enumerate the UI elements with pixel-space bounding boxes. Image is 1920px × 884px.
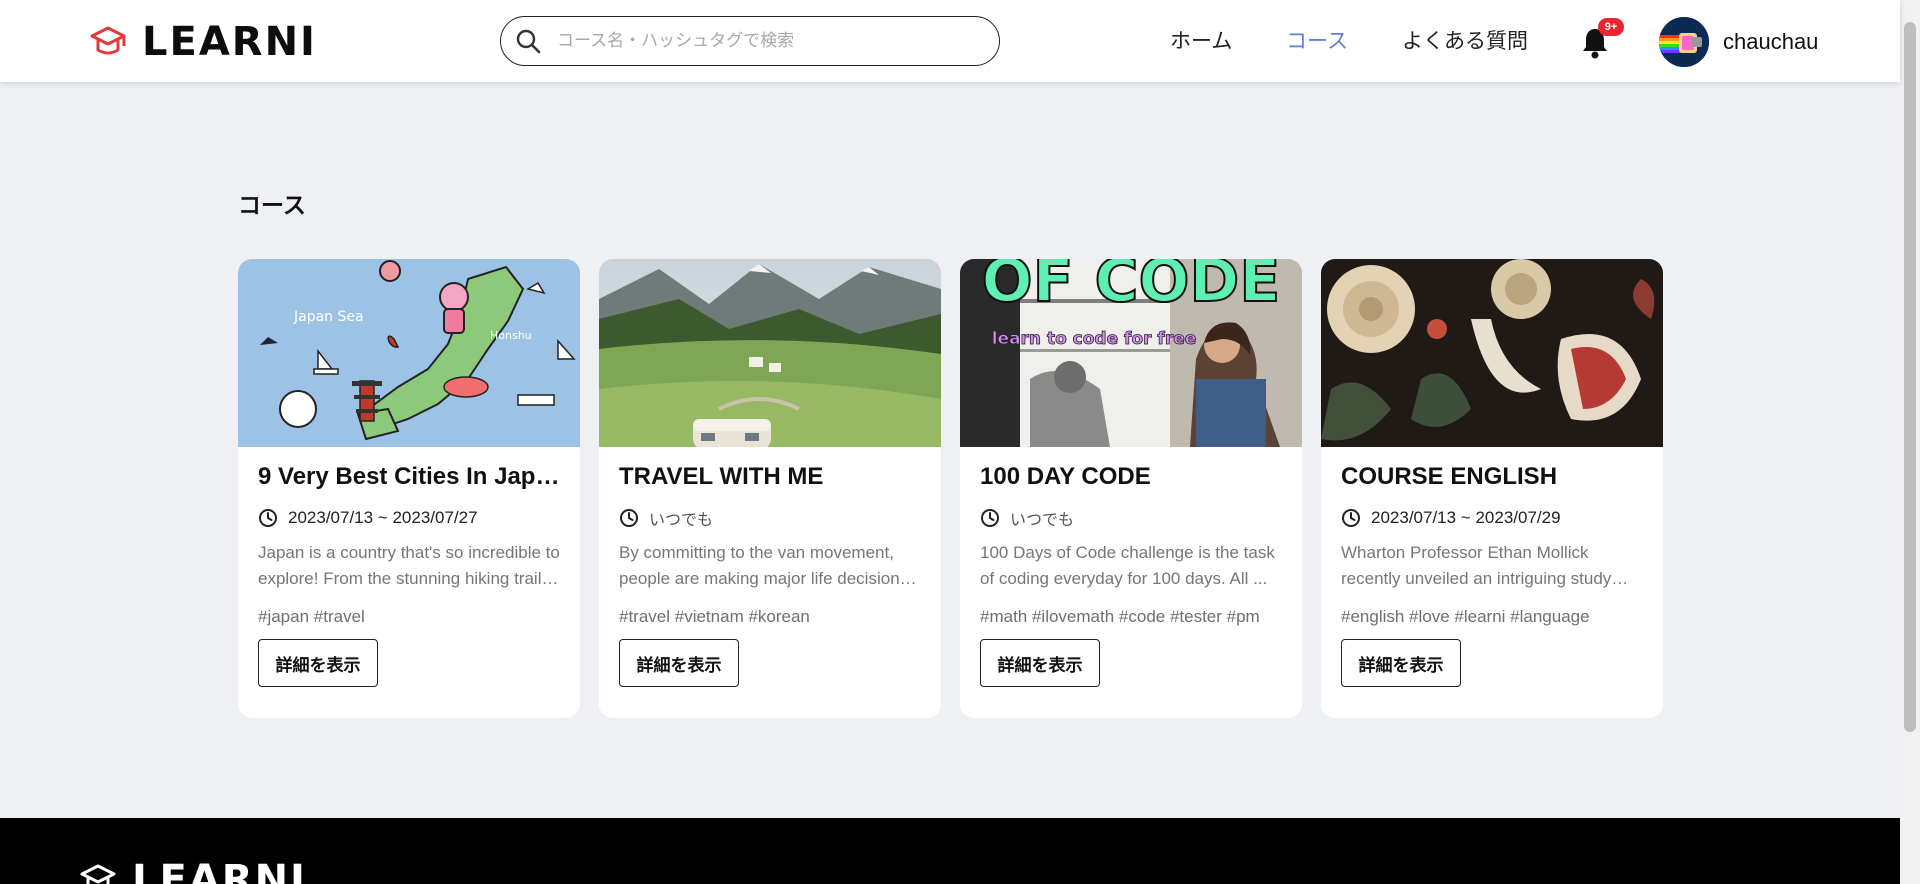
course-thumbnail[interactable]: OF CODE learn to code for free bbox=[960, 259, 1302, 447]
course-card[interactable]: Japan Sea Honshu 9 Very Best Cities In J… bbox=[238, 259, 580, 718]
course-thumbnail[interactable]: Japan Sea Honshu bbox=[238, 259, 580, 447]
image-caption: learn to code for free bbox=[992, 329, 1197, 349]
nav-home[interactable]: ホーム bbox=[1170, 24, 1232, 58]
view-details-button[interactable]: 詳細を表示 bbox=[980, 639, 1100, 687]
course-date: いつでも bbox=[980, 505, 1074, 531]
username[interactable]: chauchau bbox=[1723, 26, 1818, 58]
image-headline: OF CODE bbox=[982, 259, 1281, 316]
clock-icon bbox=[1342, 509, 1360, 527]
map-label-sea: Japan Sea bbox=[293, 309, 364, 325]
course-tags[interactable]: #english #love #learni #language bbox=[1341, 604, 1646, 630]
view-details-button[interactable]: 詳細を表示 bbox=[619, 639, 739, 687]
course-tags[interactable]: #math #ilovemath #code #tester #pm bbox=[980, 604, 1285, 630]
course-tags[interactable]: #travel #vietnam #korean bbox=[619, 604, 924, 630]
logo[interactable]: LEARNI bbox=[88, 22, 317, 62]
course-title[interactable]: TRAVEL WITH ME bbox=[619, 461, 924, 493]
footer-logo[interactable]: LEARNI bbox=[78, 860, 307, 884]
notification-badge: 9+ bbox=[1598, 18, 1624, 36]
course-description: 100 Days of Code challenge is the task o… bbox=[980, 543, 1275, 588]
code-challenge-image: OF CODE learn to code for free bbox=[960, 259, 1302, 447]
scroll-thumb[interactable] bbox=[1904, 22, 1916, 732]
mountain-van-image bbox=[599, 259, 941, 447]
view-details-button[interactable]: 詳細を表示 bbox=[258, 639, 378, 687]
course-card[interactable]: TRAVEL WITH ME いつでも By committing to the… bbox=[599, 259, 941, 718]
search-icon[interactable] bbox=[515, 28, 541, 54]
nav-faq[interactable]: よくある質問 bbox=[1402, 24, 1528, 58]
search-input[interactable] bbox=[557, 31, 977, 51]
course-date-text: いつでも bbox=[1010, 510, 1075, 529]
footer: LEARNI bbox=[0, 818, 1900, 884]
nav-courses[interactable]: コース bbox=[1286, 24, 1348, 58]
course-title[interactable]: 100 DAY CODE bbox=[980, 461, 1285, 493]
graduation-cap-icon bbox=[90, 26, 126, 55]
course-date: 2023/07/13 ~ 2023/07/27 bbox=[258, 505, 478, 531]
course-description: By committing to the van movement, peopl… bbox=[619, 543, 913, 588]
nyan-cat-icon bbox=[1659, 17, 1709, 67]
top-navbar: LEARNI ホーム コース よくある質問 9+ chaucha bbox=[0, 0, 1900, 82]
flower-painting-image bbox=[1321, 259, 1663, 447]
course-tags[interactable]: #japan #travel bbox=[258, 604, 563, 630]
course-description: Japan is a country that's so incredible … bbox=[258, 543, 560, 588]
search-bar bbox=[500, 16, 1000, 66]
course-card[interactable]: COURSE ENGLISH 2023/07/13 ~ 2023/07/29 W… bbox=[1321, 259, 1663, 718]
avatar[interactable] bbox=[1659, 17, 1709, 67]
course-date: 2023/07/13 ~ 2023/07/29 bbox=[1341, 505, 1561, 531]
course-date-text: いつでも bbox=[649, 510, 714, 529]
section-title: コース bbox=[238, 193, 306, 219]
page-scrollbar[interactable] bbox=[1900, 0, 1920, 884]
map-label-island: Honshu bbox=[490, 329, 532, 342]
graduation-cap-icon bbox=[80, 864, 116, 884]
course-date: いつでも bbox=[619, 505, 713, 531]
clock-icon bbox=[981, 509, 999, 527]
footer-logo-text: LEARNI bbox=[132, 857, 307, 884]
course-title[interactable]: 9 Very Best Cities In Japa... bbox=[258, 461, 563, 493]
course-date-text: 2023/07/13 ~ 2023/07/27 bbox=[288, 508, 478, 527]
course-card[interactable]: OF CODE learn to code for free 100 DAY C… bbox=[960, 259, 1302, 718]
clock-icon bbox=[620, 509, 638, 527]
course-title[interactable]: COURSE ENGLISH bbox=[1341, 461, 1646, 493]
course-description: Wharton Professor Ethan Mollick recently… bbox=[1341, 543, 1612, 588]
course-thumbnail[interactable] bbox=[1321, 259, 1663, 447]
course-thumbnail[interactable] bbox=[599, 259, 941, 447]
logo-text: LEARNI bbox=[142, 19, 317, 65]
view-details-button[interactable]: 詳細を表示 bbox=[1341, 639, 1461, 687]
japan-map-image: Japan Sea Honshu bbox=[238, 259, 580, 447]
course-date-text: 2023/07/13 ~ 2023/07/29 bbox=[1371, 508, 1561, 527]
clock-icon bbox=[259, 509, 277, 527]
